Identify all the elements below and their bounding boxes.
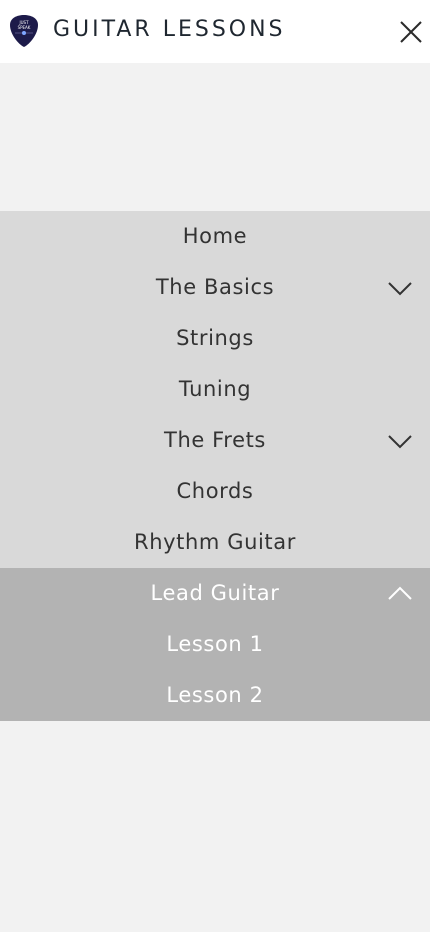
menu-item-label: Lesson 2 xyxy=(166,683,264,707)
site-title[interactable]: GUITAR LESSONS xyxy=(53,17,286,42)
menu-item-label: Tuning xyxy=(178,377,252,401)
close-icon[interactable] xyxy=(396,17,426,47)
menu-item-label: Rhythm Guitar xyxy=(134,530,296,554)
chevron-down-icon[interactable] xyxy=(386,278,414,298)
menu-item-label: The Frets xyxy=(164,428,266,452)
menu-item-strings[interactable]: Strings xyxy=(0,313,430,364)
chevron-up-icon[interactable] xyxy=(386,584,414,604)
menu-item-the-frets[interactable]: The Frets xyxy=(0,415,430,466)
menu-item-label: Strings xyxy=(176,326,254,350)
menu-item-label: Home xyxy=(182,224,248,248)
menu-item-rhythm-guitar[interactable]: Rhythm Guitar xyxy=(0,517,430,568)
menu-item-lead-guitar[interactable]: Lead Guitar xyxy=(0,568,430,619)
menu-item-label: The Basics xyxy=(155,275,275,299)
menu-item-the-basics[interactable]: The Basics xyxy=(0,262,430,313)
submenu-item-lesson-2[interactable]: Lesson 2 xyxy=(0,670,430,721)
menu-item-tuning[interactable]: Tuning xyxy=(0,364,430,415)
menu-item-chords[interactable]: Chords xyxy=(0,466,430,517)
logo-icon[interactable]: JUST SPEAK xyxy=(9,14,39,48)
submenu-item-lesson-1[interactable]: Lesson 1 xyxy=(0,619,430,670)
site-header: JUST SPEAK GUITAR LESSONS xyxy=(0,0,430,63)
navigation-menu: Home The Basics Strings Tuning The Frets… xyxy=(0,211,430,721)
chevron-down-icon[interactable] xyxy=(386,431,414,451)
menu-item-label: Chords xyxy=(176,479,254,503)
menu-item-home[interactable]: Home xyxy=(0,211,430,262)
svg-text:SPEAK: SPEAK xyxy=(18,25,31,30)
menu-item-label: Lesson 1 xyxy=(166,632,264,656)
menu-item-label: Lead Guitar xyxy=(150,581,280,605)
